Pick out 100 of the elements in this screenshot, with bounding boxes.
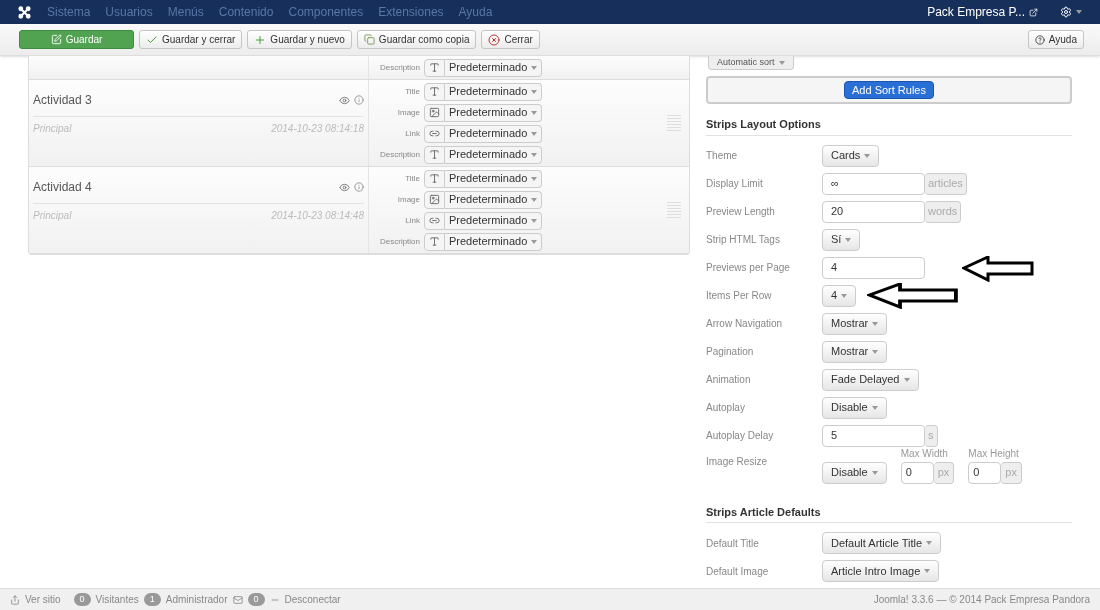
section-heading: Strips Layout Options [706, 116, 1072, 136]
option-label: Items Per Row [706, 289, 773, 303]
option-select[interactable]: Sí [822, 228, 861, 251]
close-icon [488, 33, 501, 46]
link-icon [429, 128, 440, 139]
add-sort-rules-button[interactable]: Add Sort Rules [844, 81, 934, 99]
item-category: Principal [33, 209, 73, 223]
field-label: Description [379, 235, 420, 248]
unit-label: px [933, 461, 955, 484]
option-label: Display Limit [706, 177, 764, 191]
unit-label: words [925, 200, 962, 223]
field-select[interactable]: Predeterminado [445, 169, 543, 188]
toolbar-button[interactable]: Guardar como copia [356, 30, 477, 49]
field-type-button[interactable] [424, 82, 445, 101]
item-title: Actividad 4 [33, 179, 93, 196]
option-label: Autoplay [706, 401, 746, 415]
caret-icon [871, 405, 878, 410]
option-label: Previews per Page [706, 261, 791, 275]
text-icon [429, 86, 440, 97]
dimension-input[interactable]: 0 [900, 461, 934, 484]
field-type-button[interactable] [424, 103, 445, 122]
option-select[interactable]: Fade Delayed [822, 368, 919, 391]
dimension-label: Max Height [968, 446, 1020, 461]
option-select[interactable]: Mostrar [822, 312, 888, 335]
drag-handle-icon[interactable] [667, 115, 681, 131]
copyright-text: Joomla! 3.3.6 — © 2014 Pack Empresa Pandora [873, 593, 1090, 607]
unit-label: px [1001, 461, 1022, 484]
field-type-button[interactable] [424, 169, 445, 188]
field-select[interactable]: Predeterminado [445, 145, 543, 164]
caret-icon [871, 470, 878, 475]
toolbar-button[interactable]: Cerrar [481, 30, 540, 49]
item-date: 2014-10-23 08:14:18 [271, 122, 364, 136]
settings-icon[interactable] [1060, 6, 1072, 18]
count-badge: 1 [143, 592, 161, 607]
site-link[interactable]: Pack Empresa P... [927, 3, 1025, 21]
field-type-button[interactable] [424, 145, 445, 164]
option-input[interactable]: ∞ [822, 172, 925, 195]
sort-button[interactable]: Automatic sort [708, 56, 794, 70]
info-icon[interactable] [354, 182, 364, 192]
caret-icon [903, 377, 910, 382]
field-select[interactable]: Predeterminado [445, 82, 543, 101]
field-select[interactable]: Predeterminado [445, 190, 543, 209]
option-input[interactable]: 5 [822, 424, 925, 447]
option-select[interactable]: Cards [822, 144, 880, 167]
drag-handle-icon[interactable] [667, 202, 681, 218]
eye-icon[interactable] [339, 181, 350, 193]
option-label: Pagination [706, 345, 755, 359]
link-icon [429, 215, 440, 226]
edit-icon [50, 34, 62, 45]
field-type-button[interactable] [424, 211, 445, 230]
field-select[interactable]: Predeterminado [445, 58, 543, 77]
option-select[interactable]: Mostrar [822, 340, 888, 363]
option-input[interactable]: 4 [822, 256, 925, 279]
caret-icon [531, 152, 538, 157]
copy-icon [363, 34, 375, 45]
caret-icon [531, 131, 538, 136]
field-label: Title [404, 172, 420, 185]
caret-icon [531, 218, 538, 223]
field-select[interactable]: Predeterminado [445, 103, 543, 122]
toolbar-button[interactable]: Guardar y cerrar [139, 30, 243, 49]
caret-icon [778, 60, 785, 65]
field-label: Link [404, 127, 420, 140]
dimension-input[interactable]: 0 [968, 461, 1002, 484]
field-select[interactable]: Predeterminado [445, 211, 543, 230]
mail-icon[interactable] [232, 594, 243, 605]
option-select[interactable]: Default Article Title [822, 532, 942, 554]
field-type-button[interactable] [424, 190, 445, 209]
caret-icon [924, 569, 931, 573]
item-category: Principal [33, 122, 73, 136]
caret-icon [531, 197, 538, 202]
caret-icon [926, 541, 933, 545]
caret-icon [864, 153, 871, 158]
help-icon [1034, 34, 1045, 45]
text-icon [429, 149, 440, 160]
field-label: Description [379, 148, 420, 161]
visitors-label: Visitantes [95, 593, 139, 607]
field-select[interactable]: Predeterminado [445, 124, 543, 143]
option-select[interactable]: Disable [822, 396, 887, 419]
logo-icon[interactable] [18, 5, 31, 19]
option-label: Default Image [706, 564, 770, 579]
option-label: Arrow Navigation [706, 317, 784, 331]
field-type-button[interactable] [424, 58, 445, 77]
plus-icon [254, 33, 267, 46]
unit-label: articles [925, 172, 967, 195]
field-type-button[interactable] [424, 232, 445, 251]
option-input[interactable]: 20 [822, 200, 925, 223]
caret-icon [531, 239, 538, 244]
field-label: Title [404, 85, 420, 98]
option-select[interactable]: 4 [822, 284, 857, 307]
field-type-button[interactable] [424, 124, 445, 143]
option-select[interactable]: Disable [822, 461, 887, 484]
option-select[interactable]: Article Intro Image [822, 560, 940, 582]
image-icon [429, 194, 440, 205]
field-select[interactable]: Predeterminado [445, 232, 543, 251]
eye-icon[interactable] [339, 94, 350, 106]
info-icon[interactable] [354, 95, 364, 105]
toolbar-button[interactable]: Guardar y nuevo [247, 30, 352, 49]
image-icon [429, 107, 440, 118]
text-icon [429, 173, 440, 184]
help-button[interactable]: Ayuda [1027, 30, 1084, 49]
